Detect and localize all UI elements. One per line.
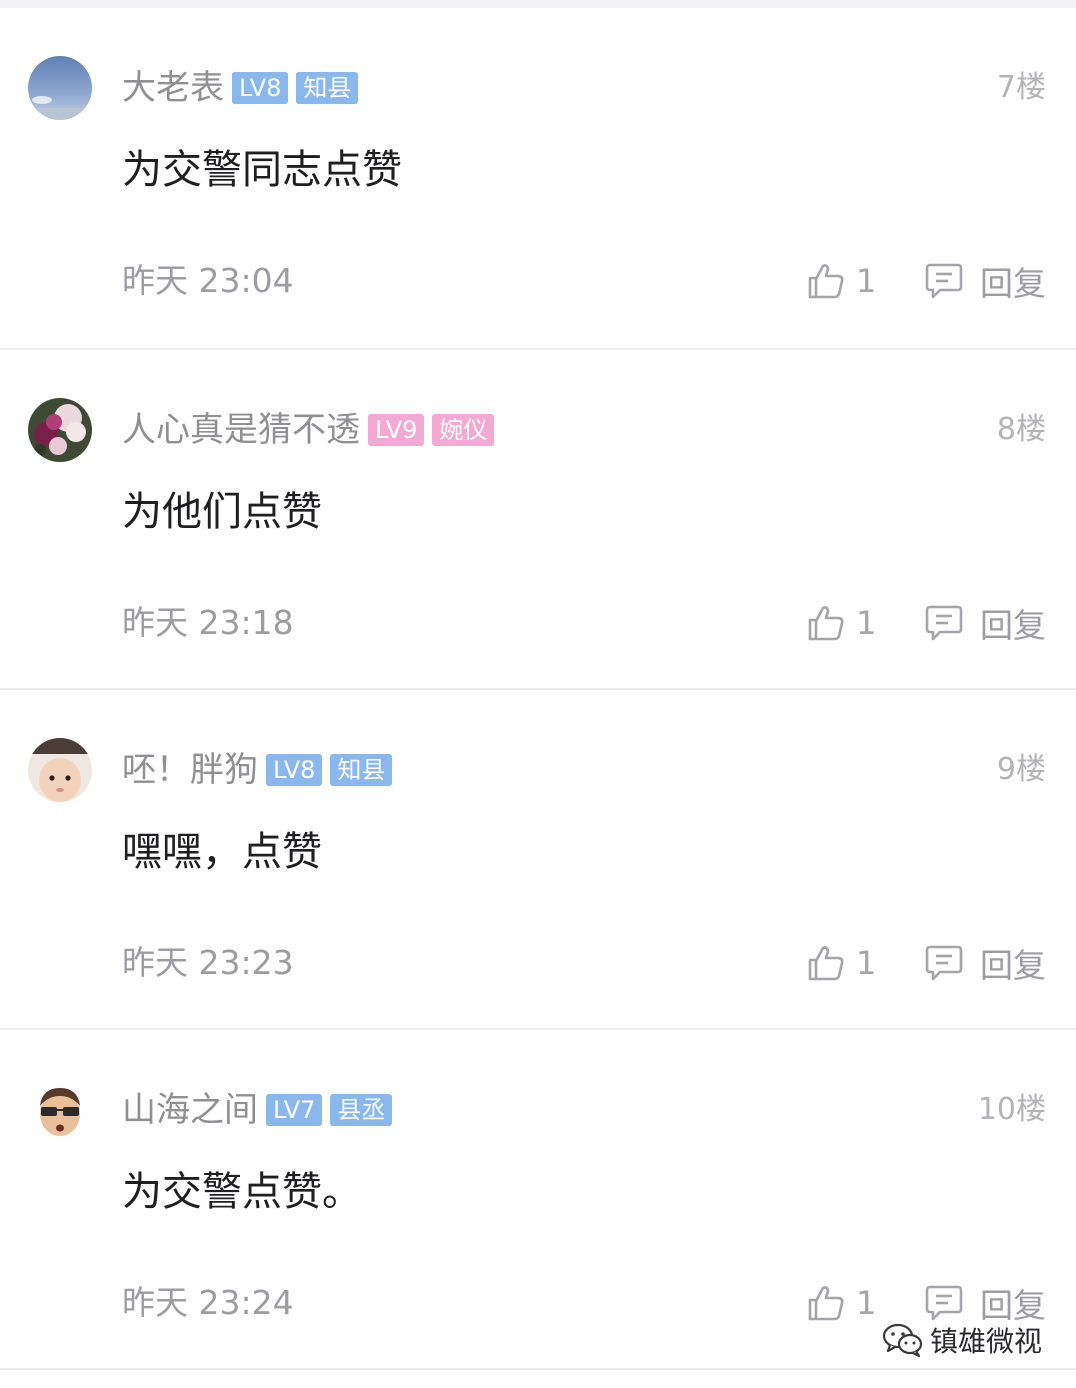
like-button[interactable]: 1 xyxy=(806,1276,876,1330)
like-count: 1 xyxy=(856,262,877,300)
floor-number: 8楼 xyxy=(996,412,1046,447)
comment-text: 为他们点赞 xyxy=(122,489,322,535)
comment-bubble-icon xyxy=(925,605,963,641)
username[interactable]: 大老表 xyxy=(122,64,224,112)
comment-item: 人心真是猜不透 LV9 婉仪 8楼 为他们点赞 昨天 23:18 1 回复 xyxy=(0,350,1076,690)
avatar-child-photo xyxy=(28,738,92,802)
thumbs-up-icon xyxy=(808,264,844,299)
avatar[interactable] xyxy=(28,1078,92,1142)
reply-label: 回复 xyxy=(980,606,1046,645)
reply-button[interactable]: 回复 xyxy=(924,596,1046,650)
level-badge: LV8 xyxy=(266,754,323,786)
title-badge: 县丞 xyxy=(330,1094,393,1126)
level-badge: LV7 xyxy=(266,1094,323,1126)
title-badge: 知县 xyxy=(296,72,359,104)
floor-number: 9楼 xyxy=(996,752,1046,787)
comment-bubble-icon xyxy=(925,263,963,299)
username[interactable]: 山海之间 xyxy=(122,1086,258,1134)
timestamp: 昨天 23:04 xyxy=(122,261,294,300)
thumbs-up-icon xyxy=(808,606,844,641)
like-button[interactable]: 1 xyxy=(806,596,876,650)
comment-text: 为交警点赞。 xyxy=(122,1169,362,1215)
watermark: 镇雄微视 xyxy=(882,1316,1042,1364)
comment-header: 人心真是猜不透 LV9 婉仪 xyxy=(122,406,502,454)
like-count: 1 xyxy=(856,944,877,982)
like-count: 1 xyxy=(856,604,877,642)
timestamp: 昨天 23:24 xyxy=(122,1283,294,1322)
reply-button[interactable]: 回复 xyxy=(924,936,1046,990)
divider xyxy=(0,1368,1076,1370)
wechat-icon xyxy=(882,1323,923,1358)
comment-header: 大老表 LV8 知县 xyxy=(122,64,366,112)
comment-header: 呸！胖狗 LV8 知县 xyxy=(122,746,400,794)
username[interactable]: 呸！胖狗 xyxy=(122,746,258,794)
avatar-flower-image xyxy=(28,398,92,462)
like-button[interactable]: 1 xyxy=(806,254,876,308)
title-badge: 婉仪 xyxy=(432,414,495,446)
comment-text: 为交警同志点赞 xyxy=(122,147,402,193)
avatar[interactable] xyxy=(28,398,92,462)
watermark-text: 镇雄微视 xyxy=(929,1325,1042,1358)
comment-list-page: 大老表 LV8 知县 7楼 为交警同志点赞 昨天 23:04 1 回复 人心真是… xyxy=(0,0,1076,1388)
comment-text: 嘿嘿，点赞 xyxy=(122,829,322,875)
comment-item: 呸！胖狗 LV8 知县 9楼 嘿嘿，点赞 昨天 23:23 1 回复 xyxy=(0,690,1076,1030)
timestamp: 昨天 23:23 xyxy=(122,943,294,982)
username[interactable]: 人心真是猜不透 xyxy=(122,406,360,454)
thumbs-up-icon xyxy=(808,946,844,981)
reply-label: 回复 xyxy=(980,264,1046,303)
reply-label: 回复 xyxy=(980,946,1046,985)
reply-button[interactable]: 回复 xyxy=(924,254,1046,308)
floor-number: 10楼 xyxy=(977,1092,1046,1127)
like-button[interactable]: 1 xyxy=(806,936,876,990)
avatar[interactable] xyxy=(28,56,92,120)
level-badge: LV9 xyxy=(368,414,425,446)
title-badge: 知县 xyxy=(330,754,393,786)
comment-header: 山海之间 LV7 县丞 xyxy=(122,1086,400,1134)
timestamp: 昨天 23:18 xyxy=(122,603,294,642)
top-edge xyxy=(0,0,1076,8)
comment-bubble-icon xyxy=(925,945,963,981)
avatar-memoji-image xyxy=(28,1078,92,1142)
level-badge: LV8 xyxy=(232,72,289,104)
comment-item: 大老表 LV8 知县 7楼 为交警同志点赞 昨天 23:04 1 回复 xyxy=(0,8,1076,348)
avatar[interactable] xyxy=(28,738,92,802)
floor-number: 7楼 xyxy=(996,70,1046,105)
avatar-sky-image xyxy=(28,56,92,120)
thumbs-up-icon xyxy=(808,1286,844,1321)
like-count: 1 xyxy=(856,1284,877,1322)
